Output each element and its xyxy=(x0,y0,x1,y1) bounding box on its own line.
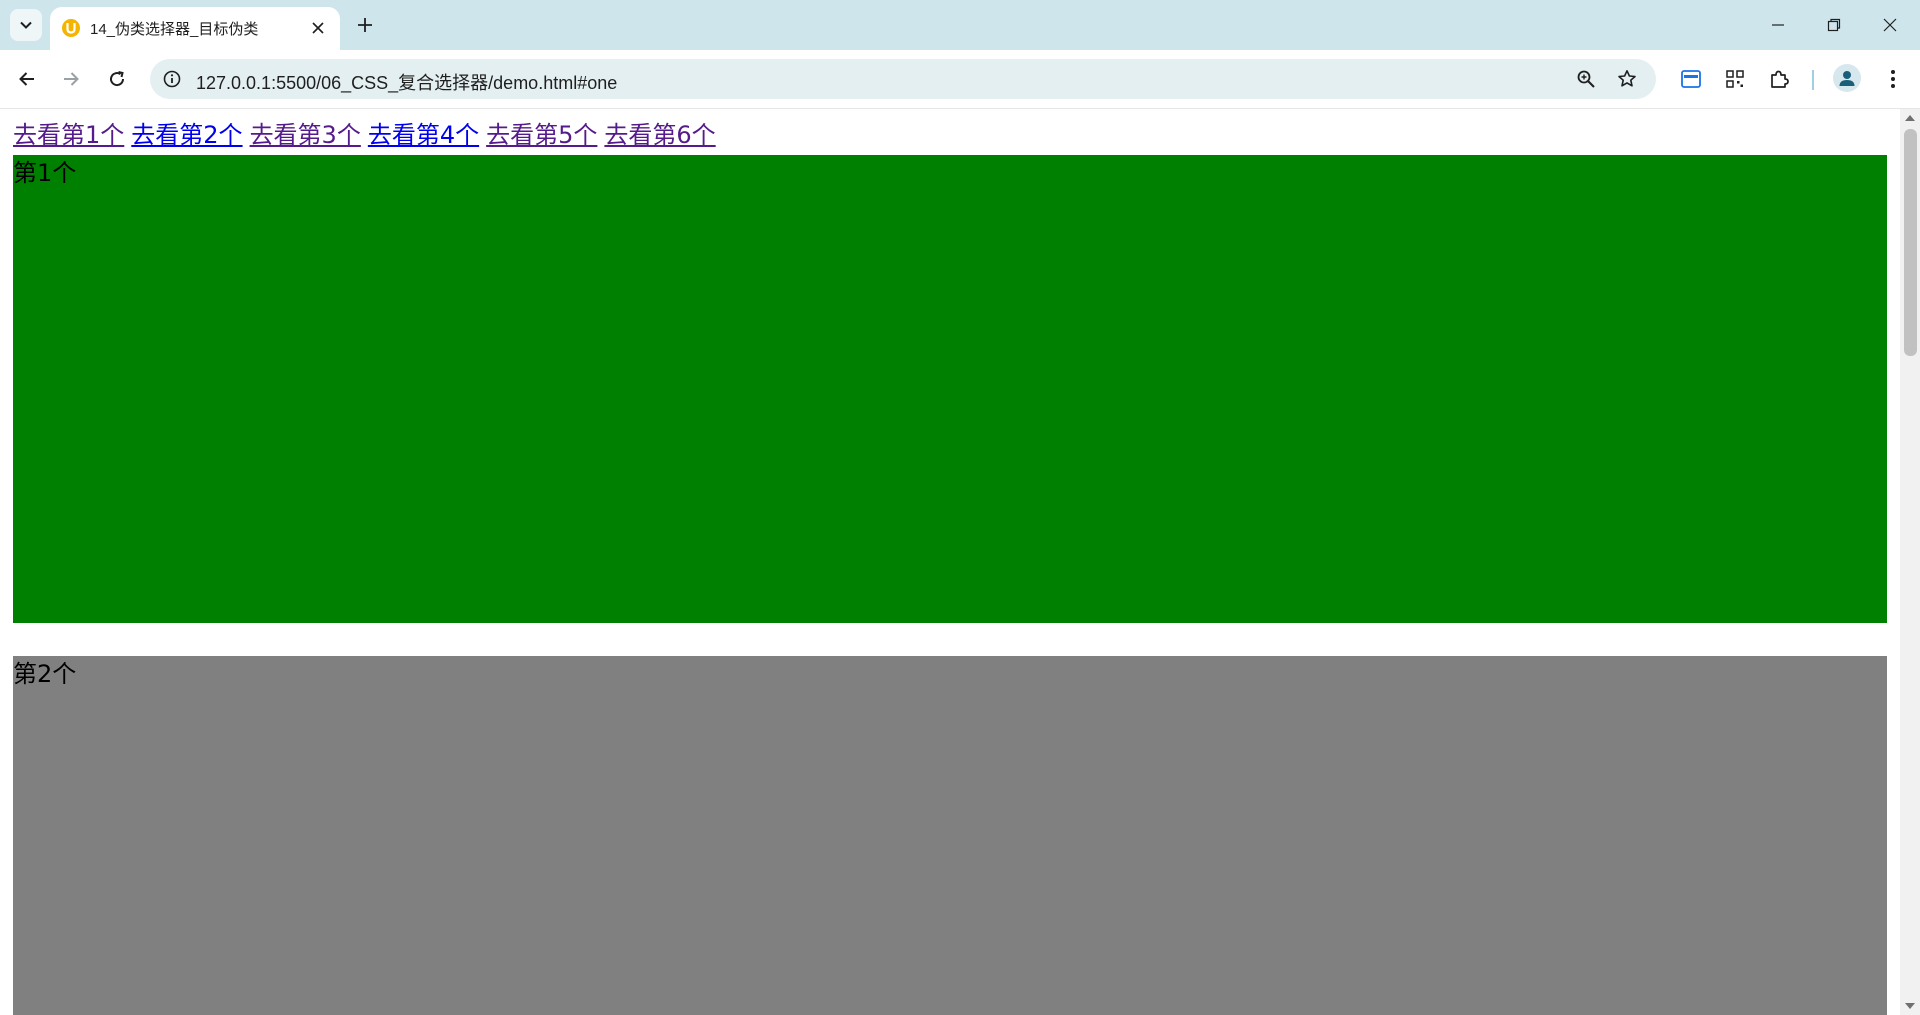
link-to-6[interactable]: 去看第6个 xyxy=(604,121,715,149)
profile-button[interactable] xyxy=(1833,64,1861,92)
new-tab-button[interactable] xyxy=(352,12,378,38)
close-window-button[interactable] xyxy=(1862,0,1918,50)
close-tab-button[interactable] xyxy=(308,18,328,38)
forward-button[interactable] xyxy=(55,63,87,95)
zoom-icon xyxy=(1577,70,1595,88)
page-viewport: 去看第1个 去看第2个 去看第3个 去看第4个 去看第5个 去看第6个 第1个 第2个 xyxy=(0,109,1900,1015)
scroll-thumb[interactable] xyxy=(1904,129,1917,356)
site-info-button[interactable] xyxy=(160,67,184,91)
reload-button[interactable] xyxy=(101,63,133,95)
link-to-3[interactable]: 去看第3个 xyxy=(250,121,361,149)
arrow-left-icon xyxy=(19,72,34,86)
restore-icon xyxy=(1827,18,1841,32)
arrow-right-icon xyxy=(64,72,79,86)
vertical-scrollbar[interactable] xyxy=(1900,109,1920,1015)
back-button[interactable] xyxy=(11,63,43,95)
minimize-icon xyxy=(1772,24,1784,26)
link-to-1[interactable]: 去看第1个 xyxy=(13,121,124,149)
zoom-button[interactable] xyxy=(1574,67,1598,91)
section-2: 第2个 xyxy=(13,656,1887,1015)
star-icon xyxy=(1618,70,1636,87)
anchor-links: 去看第1个 去看第2个 去看第3个 去看第4个 去看第5个 去看第6个 xyxy=(13,120,723,150)
active-tab[interactable]: 14_伪类选择器_目标伪类 xyxy=(50,7,340,50)
section-label: 第2个 xyxy=(13,660,77,688)
browser-toolbar: 127.0.0.1:5500/06_CSS_复合选择器/demo.html#on… xyxy=(0,50,1920,109)
link-to-4[interactable]: 去看第4个 xyxy=(368,121,479,149)
minimize-button[interactable] xyxy=(1750,0,1806,50)
menu-button[interactable] xyxy=(1878,64,1908,94)
puzzle-icon xyxy=(1771,70,1789,88)
restore-button[interactable] xyxy=(1806,0,1862,50)
extensions-button[interactable] xyxy=(1764,64,1794,94)
tab-search-button[interactable] xyxy=(10,9,42,41)
reload-icon xyxy=(110,71,125,87)
qr-code-button[interactable] xyxy=(1720,64,1750,94)
plus-icon xyxy=(358,18,372,32)
kebab-menu-icon xyxy=(1891,70,1895,88)
side-panel-button[interactable] xyxy=(1676,64,1706,94)
url-text[interactable]: 127.0.0.1:5500/06_CSS_复合选择器/demo.html#on… xyxy=(196,69,617,95)
qr-code-icon xyxy=(1726,70,1744,88)
avatar-icon xyxy=(1839,71,1855,86)
info-icon xyxy=(163,70,181,88)
section-1: 第1个 xyxy=(13,155,1887,623)
bookmark-button[interactable] xyxy=(1615,67,1639,91)
side-panel-icon xyxy=(1681,70,1701,88)
tab-strip: 14_伪类选择器_目标伪类 xyxy=(0,0,1920,50)
chevron-down-icon xyxy=(20,21,32,29)
address-bar[interactable]: 127.0.0.1:5500/06_CSS_复合选择器/demo.html#on… xyxy=(150,59,1656,99)
live-server-icon xyxy=(61,18,81,38)
close-icon xyxy=(1883,18,1897,32)
link-to-5[interactable]: 去看第5个 xyxy=(486,121,597,149)
section-label: 第1个 xyxy=(13,159,77,187)
close-icon xyxy=(312,22,324,34)
scroll-down-arrow[interactable] xyxy=(1905,1003,1915,1009)
tab-title: 14_伪类选择器_目标伪类 xyxy=(90,21,259,38)
link-to-2[interactable]: 去看第2个 xyxy=(131,121,242,149)
scroll-up-arrow[interactable] xyxy=(1905,115,1915,121)
toolbar-divider xyxy=(1812,70,1814,90)
